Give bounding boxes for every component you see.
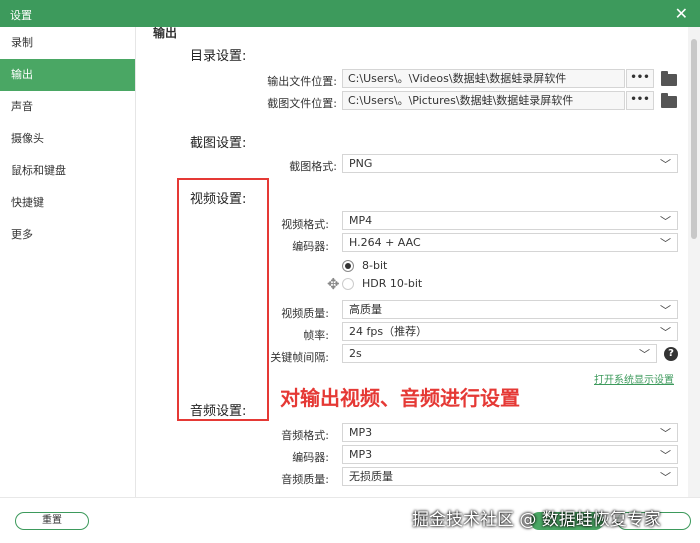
- close-icon[interactable]: ✕: [675, 4, 688, 23]
- folder-icon[interactable]: [661, 93, 677, 108]
- sidebar-item-more[interactable]: 更多: [0, 219, 135, 251]
- scrollbar-thumb[interactable]: [691, 39, 697, 239]
- sidebar-item-output[interactable]: 输出: [0, 59, 135, 91]
- fps-value: 24 fps（推荐）: [349, 325, 428, 338]
- video-encoder-value: H.264 + AAC: [349, 236, 421, 249]
- audio-encoder-label: 编码器:: [292, 451, 329, 464]
- audio-format-value: MP3: [349, 426, 373, 439]
- keyframe-interval-select[interactable]: 2s ﹀: [342, 344, 657, 363]
- watermark: 掘金技术社区 @ 数据蛙恢复专家: [412, 510, 661, 530]
- output-path-field[interactable]: C:\Users\。\Videos\数据蛙\数据蛙录屏软件: [342, 69, 625, 88]
- chevron-down-icon: ﹀: [660, 304, 671, 317]
- keyframe-interval-value: 2s: [349, 347, 362, 360]
- audio-format-label: 音频格式:: [281, 429, 329, 442]
- screenshot-settings-title: 截图设置:: [190, 136, 247, 151]
- video-format-select[interactable]: MP4 ﹀: [342, 211, 678, 230]
- reset-button[interactable]: 重置: [15, 512, 89, 530]
- chevron-down-icon: ﹀: [660, 449, 671, 462]
- video-encoder-select[interactable]: H.264 + AAC ﹀: [342, 233, 678, 252]
- highlight-box: [177, 178, 269, 421]
- audio-encoder-value: MP3: [349, 448, 373, 461]
- settings-content: 输出 目录设置: 输出文件位置: C:\Users\。\Videos\数据蛙\数…: [137, 27, 688, 497]
- directory-settings-title: 目录设置:: [190, 49, 247, 64]
- screenshot-path-label: 截图文件位置:: [267, 97, 337, 110]
- window-title: 设置: [10, 9, 32, 22]
- audio-quality-label: 音频质量:: [281, 473, 329, 486]
- screenshot-path-browse-button[interactable]: •••: [626, 91, 654, 110]
- output-heading: 输出: [153, 27, 178, 40]
- bit-depth-radio-8bit[interactable]: [342, 260, 354, 272]
- sidebar-item-record[interactable]: 录制: [0, 27, 135, 59]
- chevron-down-icon: ﹀: [660, 158, 671, 171]
- chevron-down-icon: ﹀: [660, 237, 671, 250]
- chevron-down-icon: ﹀: [660, 215, 671, 228]
- video-quality-select[interactable]: 高质量 ﹀: [342, 300, 678, 319]
- screenshot-format-label: 截图格式:: [289, 160, 337, 173]
- chevron-down-icon: ﹀: [660, 427, 671, 440]
- bit-depth-radio-hdr10[interactable]: [342, 278, 354, 290]
- chevron-down-icon: ﹀: [660, 471, 671, 484]
- chevron-down-icon: ﹀: [639, 348, 650, 361]
- screenshot-format-select[interactable]: PNG ﹀: [342, 154, 678, 173]
- screenshot-format-value: PNG: [349, 157, 373, 170]
- sidebar-item-hotkeys[interactable]: 快捷键: [0, 187, 135, 219]
- audio-encoder-select[interactable]: MP3 ﹀: [342, 445, 678, 464]
- audio-quality-value: 无损质量: [349, 470, 393, 483]
- audio-quality-select[interactable]: 无损质量 ﹀: [342, 467, 678, 486]
- open-display-settings-link[interactable]: 打开系统显示设置: [594, 371, 674, 386]
- help-icon[interactable]: ?: [664, 347, 678, 361]
- output-path-label: 输出文件位置:: [267, 75, 337, 88]
- footer: 重置 掘金技术社区 @ 数据蛙恢复专家: [0, 497, 700, 543]
- scrollbar[interactable]: [688, 27, 700, 497]
- title-bar: 设置 ✕: [0, 0, 700, 27]
- sidebar-item-mouse-keyboard[interactable]: 鼠标和键盘: [0, 155, 135, 187]
- sidebar-item-sound[interactable]: 声音: [0, 91, 135, 123]
- sidebar: 录制 输出 声音 摄像头 鼠标和键盘 快捷键 更多: [0, 27, 136, 497]
- bit-depth-label-8bit: 8-bit: [362, 259, 388, 272]
- video-quality-value: 高质量: [349, 303, 382, 316]
- video-format-value: MP4: [349, 214, 373, 227]
- chevron-down-icon: ﹀: [660, 326, 671, 339]
- sidebar-item-camera[interactable]: 摄像头: [0, 123, 135, 155]
- move-cursor-icon: ✥: [327, 275, 340, 293]
- audio-format-select[interactable]: MP3 ﹀: [342, 423, 678, 442]
- annotation-text: 对输出视频、音频进行设置: [280, 386, 520, 410]
- screenshot-path-field[interactable]: C:\Users\。\Pictures\数据蛙\数据蛙录屏软件: [342, 91, 625, 110]
- fps-select[interactable]: 24 fps（推荐） ﹀: [342, 322, 678, 341]
- bit-depth-label-hdr10: HDR 10-bit: [362, 277, 423, 290]
- folder-icon[interactable]: [661, 71, 677, 86]
- output-path-browse-button[interactable]: •••: [626, 69, 654, 88]
